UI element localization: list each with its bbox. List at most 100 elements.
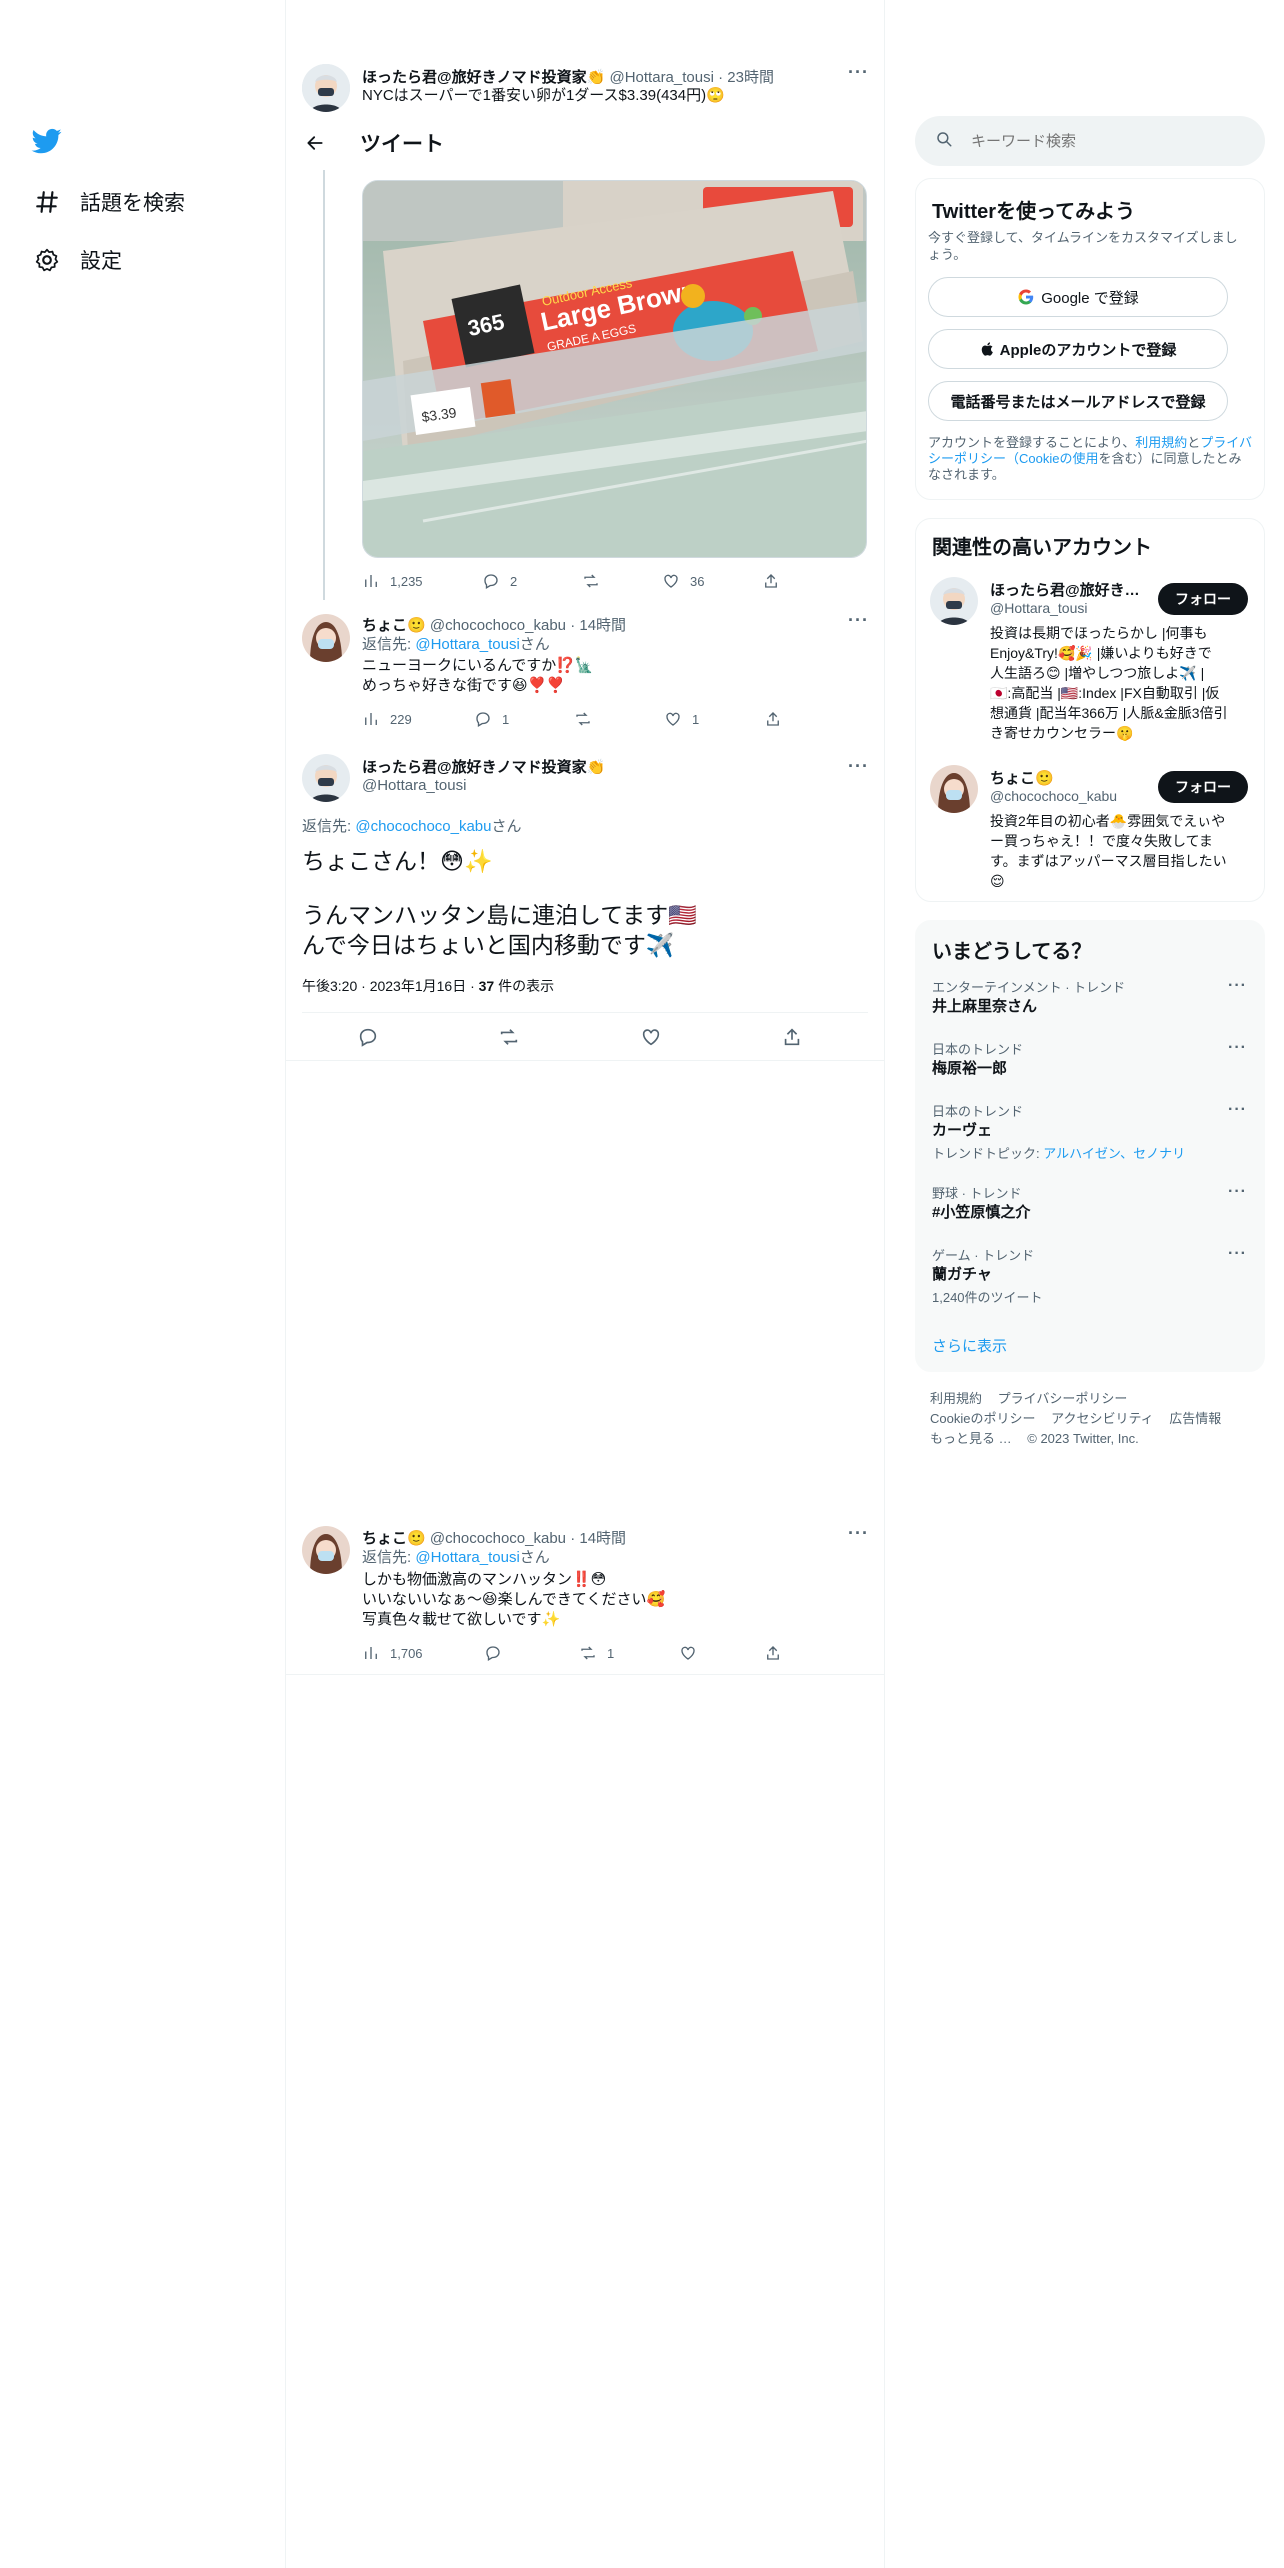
reply-button[interactable] <box>357 1024 389 1050</box>
trend-item[interactable]: 野球 · トレンド #小笠原慎之介 ··· <box>916 1183 1266 1243</box>
search-input[interactable] <box>971 132 1231 150</box>
views-button[interactable]: 1,235 <box>362 572 482 590</box>
display-name[interactable]: ほったら君@旅好きノマド投資家👏 <box>362 69 605 86</box>
reply-button[interactable]: 1 <box>474 710 574 728</box>
more-options-icon[interactable]: ··· <box>1228 1245 1247 1263</box>
tweet-text-line: 写真色々載せて欲しいです✨ <box>362 1611 561 1628</box>
related-accounts-card: 関連性の高いアカウント ほったら君@旅好き… @Hottara_tousi フォ… <box>915 518 1265 902</box>
like-button[interactable]: 1 <box>664 710 764 728</box>
avatar[interactable] <box>302 1526 350 1574</box>
handle[interactable]: @chocochoco_kabu <box>430 1530 566 1547</box>
more-options-icon[interactable]: ··· <box>1228 1039 1247 1057</box>
tweet-time[interactable]: 14時間 <box>579 617 626 634</box>
nav-settings-label: 設定 <box>80 250 122 273</box>
share-button[interactable] <box>781 1024 813 1050</box>
follow-button[interactable]: フォロー <box>1158 583 1248 615</box>
share-button[interactable] <box>764 1644 792 1662</box>
share-button[interactable] <box>764 710 792 728</box>
search-box[interactable] <box>915 116 1265 166</box>
tweet-actions: 1,706 1 <box>362 1642 842 1664</box>
avatar[interactable] <box>930 765 978 813</box>
account-handle[interactable]: @chocochoco_kabu <box>990 788 1117 804</box>
tweet-image[interactable]: 365 Outdoor Access Large Brown GRADE A E… <box>362 180 867 558</box>
show-more-link[interactable]: さらに表示 <box>932 1335 1007 1356</box>
like-button[interactable] <box>640 1024 672 1050</box>
google-signup-button[interactable]: Google で登録 <box>928 277 1228 317</box>
share-button[interactable] <box>762 572 790 590</box>
retweet-button[interactable] <box>574 710 664 728</box>
more-options-icon[interactable]: ··· <box>1228 1101 1247 1119</box>
tweet-time[interactable]: 14時間 <box>579 1530 626 1547</box>
tweet-text: NYCはスーパーで1番安い卵が1ダース$3.39(434円)🙄 <box>362 87 725 104</box>
trend-item[interactable]: 日本のトレンド 梅原裕一郎 ··· <box>916 1039 1266 1099</box>
avatar[interactable] <box>302 64 350 112</box>
signup-subtitle: 今すぐ登録して、タイムラインをカスタマイズしましょう。 <box>928 230 1238 262</box>
footer-row: Cookieのポリシー アクセシビリティ 広告情報 <box>930 1408 1233 1427</box>
display-name[interactable]: ちょこ🙂 <box>362 1530 426 1547</box>
apple-icon <box>980 340 996 358</box>
hashtag-icon <box>32 187 62 217</box>
display-name[interactable]: ほったら君@旅好きノマド投資家👏 <box>362 756 605 777</box>
retweet-button[interactable] <box>582 572 662 590</box>
tweet-actions: 229 1 1 <box>362 708 842 730</box>
footer-link[interactable]: 広告情報 <box>1169 1411 1221 1426</box>
more-options-icon[interactable]: ··· <box>848 62 869 83</box>
twitter-logo-icon[interactable] <box>30 126 66 156</box>
copyright: © 2023 Twitter, Inc. <box>1027 1431 1139 1446</box>
reply-context: 返信先: @chocochoco_kabuさん <box>302 818 522 835</box>
handle[interactable]: @chocochoco_kabu <box>430 617 566 634</box>
footer-link[interactable]: 利用規約 <box>930 1391 982 1406</box>
trend-item[interactable]: ゲーム · トレンド 蘭ガチャ 1,240件のツイート ··· <box>916 1245 1266 1315</box>
views-button[interactable]: 229 <box>362 710 474 728</box>
reply-to-link[interactable]: @Hottara_tousi <box>415 1549 519 1566</box>
terms-link[interactable]: 利用規約 <box>1135 435 1187 450</box>
google-icon <box>1017 288 1035 306</box>
footer-link[interactable]: プライバシーポリシー <box>998 1391 1128 1406</box>
trend-item[interactable]: エンターテインメント · トレンド 井上麻里奈さん ··· <box>916 977 1266 1037</box>
account-handle[interactable]: @Hottara_tousi <box>990 600 1087 616</box>
trend-item[interactable]: 日本のトレンド カーヴェ トレンドトピック: アルハイゼン、セノナリ ··· <box>916 1101 1266 1181</box>
footer-link[interactable]: アクセシビリティ <box>1051 1411 1154 1426</box>
trend-topic-link[interactable]: アルハイゼン、セノナリ <box>1043 1146 1185 1161</box>
nav-explore-label: 話題を検索 <box>80 192 185 215</box>
more-options-icon[interactable]: ··· <box>848 1523 869 1544</box>
retweet-button[interactable]: 1 <box>579 1644 679 1662</box>
left-sidebar: 話題を検索 設定 <box>0 0 285 2568</box>
like-button[interactable]: 36 <box>662 572 762 590</box>
more-options-icon[interactable]: ··· <box>1228 1183 1247 1201</box>
reply-context: 返信先: @Hottara_tousiさん <box>362 1549 550 1566</box>
display-name[interactable]: ちょこ🙂 <box>362 617 426 634</box>
account-bio: 投資は長期でほったらかし |何事も Enjoy&Try!🥰🎉 |嫌いよりも好きで… <box>990 625 1228 741</box>
like-button[interactable] <box>679 1644 764 1662</box>
main-tweet-actions <box>302 1024 868 1050</box>
account-name[interactable]: ほったら君@旅好き… <box>990 579 1140 600</box>
more-options-icon[interactable]: ··· <box>848 756 869 777</box>
footer-link[interactable]: Cookieのポリシー <box>930 1411 1035 1426</box>
handle[interactable]: @Hottara_tousi <box>362 777 466 794</box>
reply-button[interactable]: 2 <box>482 572 582 590</box>
nav-explore[interactable]: 話題を検索 <box>32 182 185 222</box>
more-options-icon[interactable]: ··· <box>1228 977 1247 995</box>
signup-card: Twitterを使ってみよう 今すぐ登録して、タイムラインをカスタマイズしましょ… <box>915 178 1265 500</box>
tweet-time[interactable]: 23時間 <box>727 69 774 86</box>
apple-signup-button[interactable]: Appleのアカウントで登録 <box>928 329 1228 369</box>
avatar[interactable] <box>302 614 350 662</box>
footer-more-link[interactable]: もっと見る … <box>930 1431 1012 1446</box>
retweet-button[interactable] <box>498 1024 530 1050</box>
avatar[interactable] <box>930 577 978 625</box>
views-button[interactable]: 1,706 <box>362 1644 484 1662</box>
divider <box>302 1012 868 1013</box>
search-icon <box>935 130 953 153</box>
phone-email-signup-button[interactable]: 電話番号またはメールアドレスで登録 <box>928 381 1228 421</box>
reply-to-link[interactable]: @chocochoco_kabu <box>355 818 491 835</box>
avatar[interactable] <box>302 754 350 802</box>
handle[interactable]: @Hottara_tousi <box>609 69 713 86</box>
nav-settings[interactable]: 設定 <box>32 240 122 280</box>
more-options-icon[interactable]: ··· <box>848 610 869 631</box>
back-arrow-icon[interactable] <box>300 128 330 158</box>
follow-button[interactable]: フォロー <box>1158 771 1248 803</box>
reply-button[interactable] <box>484 1644 579 1662</box>
page-title: ツイート <box>360 133 444 156</box>
account-name[interactable]: ちょこ🙂 <box>990 767 1054 788</box>
reply-to-link[interactable]: @Hottara_tousi <box>415 636 519 653</box>
